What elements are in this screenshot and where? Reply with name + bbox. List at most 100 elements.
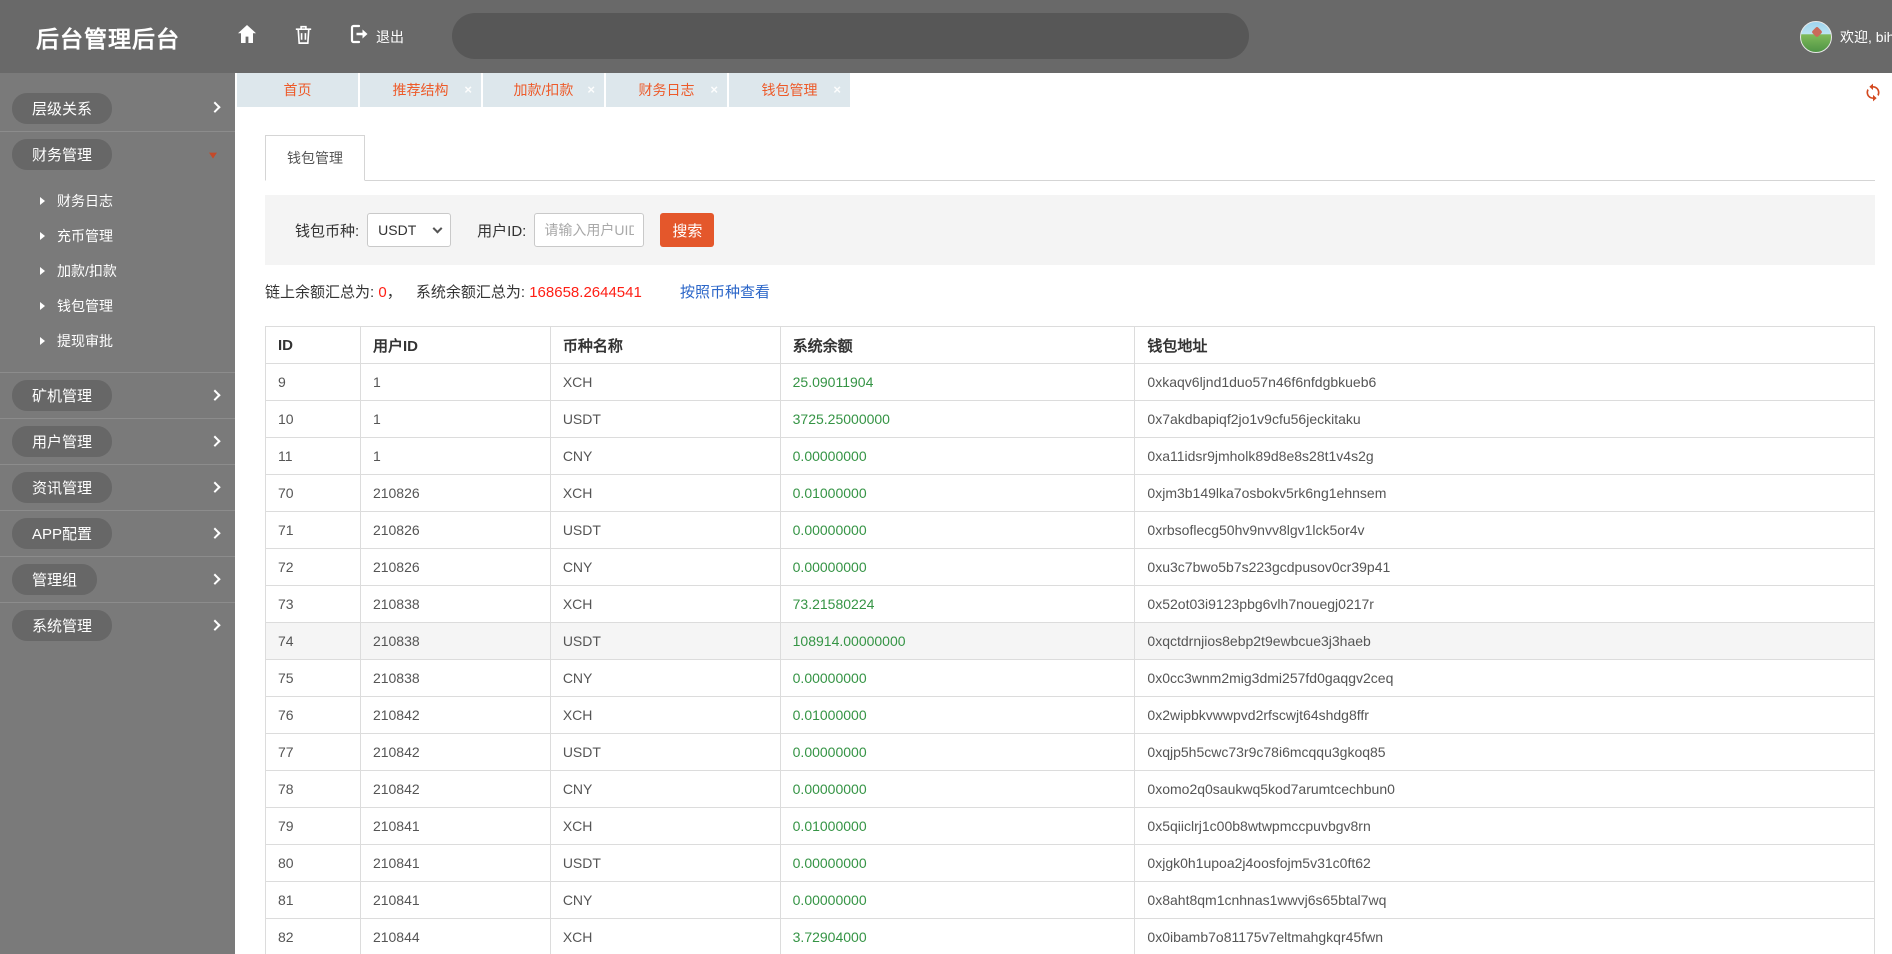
cell-address: 0x52ot03i9123pbg6vlh7nouegj0217r [1134,585,1875,623]
table-row[interactable]: 71 210826 USDT 0.00000000 0xrbsoflecg50hv9nv… [265,511,1875,549]
table-row[interactable]: 74 210838 USDT 108914.00000000 0xqctdrnjios8… [265,622,1875,660]
section-tab-wallet[interactable]: 钱包管理 [265,135,365,181]
sidebar-item-层级关系[interactable]: 层级关系 [0,85,235,131]
expanded-indicator-icon [209,152,217,159]
cell-balance: 0.00000000 [779,881,1136,919]
view-by-currency-link[interactable]: 按照币种查看 [680,284,770,301]
cell-uid: 210826 [359,474,551,512]
home-icon [235,22,259,51]
table-row[interactable]: 79 210841 XCH 0.01000000 0x5qiiclrj1c00b8wtw… [265,807,1875,845]
sidebar-item-资讯管理[interactable]: 资讯管理 [0,464,235,510]
table-row[interactable]: 70 210826 XCH 0.01000000 0xjm3b149lka7osbokv… [265,474,1875,512]
table-row[interactable]: 81 210841 CNY 0.00000000 0x8aht8qm1cnhnas1ww… [265,881,1875,919]
caret-right-icon [40,196,45,205]
sidebar-item-label: 系统管理 [12,610,113,641]
chain-balance-label: 链上余额汇总为: [265,284,375,301]
cell-uid: 210838 [359,585,551,623]
cell-currency: XCH [549,807,781,845]
search-button[interactable]: 搜索 [660,213,715,247]
table-row[interactable]: 72 210826 CNY 0.00000000 0xu3c7bwo5b7s223gcd… [265,548,1875,586]
table-row[interactable]: 75 210838 CNY 0.00000000 0x0cc3wnm2mig3dmi25… [265,659,1875,697]
table-row[interactable]: 80 210841 USDT 0.00000000 0xjgk0h1upoa2j4oos… [265,844,1875,882]
tab-close-icon[interactable]: × [464,83,472,96]
tab-label: 钱包管理 [761,82,818,98]
cell-uid: 210842 [359,733,551,771]
tab-close-icon[interactable]: × [710,83,718,96]
header-user-area[interactable]: 欢迎, bihu [1800,0,1892,73]
sidebar-subitem-钱包管理[interactable]: 钱包管理 [0,288,235,323]
cell-id: 81 [265,881,361,919]
sidebar-subitem-提现审批[interactable]: 提现审批 [0,323,235,358]
table-row[interactable]: 77 210842 USDT 0.00000000 0xqjp5h5cwc73r9c78… [265,733,1875,771]
cell-id: 79 [265,807,361,845]
sidebar-item-APP配置[interactable]: APP配置 [0,510,235,556]
home-button[interactable] [234,24,260,50]
sidebar-subitem-充币管理[interactable]: 充币管理 [0,218,235,253]
cell-uid: 210841 [359,844,551,882]
header-search-bar[interactable] [452,13,1249,59]
cell-balance: 0.01000000 [779,696,1136,734]
cell-address: 0x0cc3wnm2mig3dmi257fd0gaqgv2ceq [1134,659,1875,697]
chevron-right-icon [209,619,221,631]
cell-address: 0x5qiiclrj1c00b8wtwpmccpuvbgv8rn [1134,807,1875,845]
logout-button[interactable]: 退出 [346,22,404,51]
tab-首页[interactable]: 首页 [237,73,358,107]
sidebar-subitem-加款/扣款[interactable]: 加款/扣款 [0,253,235,288]
cell-address: 0xjgk0h1upoa2j4oosfojm5v31c0ft62 [1134,844,1875,882]
sidebar-item-矿机管理[interactable]: 矿机管理 [0,372,235,418]
cell-id: 82 [265,918,361,954]
sidebar-subitem-财务日志[interactable]: 财务日志 [0,183,235,218]
sidebar-item-label: 管理组 [12,564,98,595]
sidebar-item-用户管理[interactable]: 用户管理 [0,418,235,464]
cell-currency: CNY [549,770,781,808]
table-row[interactable]: 10 1 USDT 3725.25000000 0x7akdbapiqf2jo1v9cf… [265,400,1875,438]
sidebar-item-label: 资讯管理 [12,472,113,503]
tab-推荐结构[interactable]: 推荐结构 × [360,73,481,107]
cell-id: 74 [265,622,361,660]
table-row[interactable]: 9 1 XCH 25.09011904 0xkaqv6ljnd1duo57n46f6nf… [265,363,1875,401]
cell-balance: 0.00000000 [779,548,1136,586]
chevron-right-icon [209,573,221,585]
tab-加款/扣款[interactable]: 加款/扣款 × [483,73,604,107]
chevron-right-icon [209,101,221,113]
table-row[interactable]: 11 1 CNY 0.00000000 0xa11idsr9jmholk89d8e8s2… [265,437,1875,475]
tab-钱包管理[interactable]: 钱包管理 × [729,73,850,107]
cell-currency: XCH [549,696,781,734]
cell-currency: XCH [549,363,781,401]
clear-cache-button[interactable] [290,24,316,50]
table-row[interactable]: 76 210842 XCH 0.01000000 0x2wipbkvwwpvd2rfsc… [265,696,1875,734]
content-panel: 钱包管理 钱包币种: USDT 用户ID: 搜索 链上余额汇总为: 0， 系统余… [235,135,1892,954]
table-row[interactable]: 73 210838 XCH 73.21580224 0x52ot03i9123pbg6v… [265,585,1875,623]
tab-财务日志[interactable]: 财务日志 × [606,73,727,107]
refresh-icon[interactable] [1862,81,1884,103]
top-header: 后台管理后台 退出 欢迎, bihu [0,0,1892,73]
sidebar-item-系统管理[interactable]: 系统管理 [0,602,235,648]
caret-right-icon [40,336,45,345]
logout-label: 退出 [376,28,404,45]
uid-input[interactable] [534,213,645,247]
sidebar-item-label: APP配置 [12,518,113,549]
sidebar-item-label: 层级关系 [12,92,113,124]
tab-close-icon[interactable]: × [833,83,841,96]
sidebar-submenu: 财务日志 充币管理 加款/扣款 钱包管理 提现审批 [0,177,235,372]
cell-id: 11 [265,437,361,475]
cell-balance: 0.00000000 [779,437,1136,475]
cell-id: 10 [265,400,361,438]
cell-currency: CNY [549,881,781,919]
cell-currency: CNY [549,548,781,586]
cell-balance: 3.72904000 [779,918,1136,954]
cell-id: 9 [265,363,361,401]
cell-balance: 0.00000000 [779,733,1136,771]
sidebar-item-财务管理[interactable]: 财务管理 [0,131,235,177]
cell-id: 78 [265,770,361,808]
currency-select-value: USDT [378,222,417,238]
table-row[interactable]: 78 210842 CNY 0.00000000 0xomo2q0saukwq5kod7… [265,770,1875,808]
app-title: 后台管理后台 [36,25,180,52]
currency-select[interactable]: USDT [367,213,452,247]
cell-address: 0xrbsoflecg50hv9nvv8lgv1lck5or4v [1134,511,1875,549]
table-row[interactable]: 82 210844 XCH 3.72904000 0x0ibamb7o81175v7el… [265,918,1875,954]
tab-label: 推荐结构 [392,82,449,98]
sidebar-item-管理组[interactable]: 管理组 [0,556,235,602]
tab-close-icon[interactable]: × [587,83,595,96]
cell-balance: 25.09011904 [779,363,1136,401]
